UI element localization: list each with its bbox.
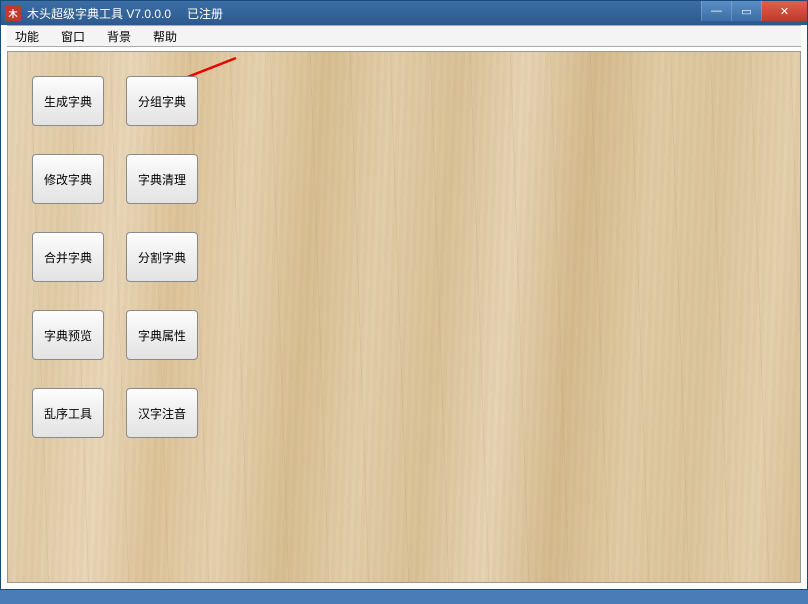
- minimize-button[interactable]: —: [701, 1, 731, 21]
- menu-window[interactable]: 窗口: [61, 28, 85, 45]
- app-window: 木 木头超级字典工具 V7.0.0.0 已注册 — ▭ ✕ 功能 窗口 背景 帮…: [0, 0, 808, 590]
- menubar: 功能 窗口 背景 帮助: [7, 25, 801, 47]
- close-button[interactable]: ✕: [761, 1, 807, 21]
- tool-modify-dict[interactable]: 修改字典: [32, 154, 104, 204]
- maximize-button[interactable]: ▭: [731, 1, 761, 21]
- tool-dict-properties[interactable]: 字典属性: [126, 310, 198, 360]
- tool-clean-dict[interactable]: 字典清理: [126, 154, 198, 204]
- tool-group-dict[interactable]: 分组字典: [126, 76, 198, 126]
- app-icon: 木: [5, 5, 21, 21]
- tool-grid: 生成字典 分组字典 修改字典 字典清理 合并字典 分割字典 字典预览 字典属性 …: [32, 76, 198, 438]
- client-area: 生成字典 分组字典 修改字典 字典清理 合并字典 分割字典 字典预览 字典属性 …: [7, 51, 801, 583]
- tool-generate-dict[interactable]: 生成字典: [32, 76, 104, 126]
- titlebar[interactable]: 木 木头超级字典工具 V7.0.0.0 已注册 — ▭ ✕: [1, 1, 807, 25]
- tool-split-dict[interactable]: 分割字典: [126, 232, 198, 282]
- tool-preview-dict[interactable]: 字典预览: [32, 310, 104, 360]
- menu-help[interactable]: 帮助: [153, 28, 177, 45]
- window-controls: — ▭ ✕: [701, 1, 807, 21]
- menu-background[interactable]: 背景: [107, 28, 131, 45]
- menu-function[interactable]: 功能: [15, 28, 39, 45]
- tool-hanzi-pinyin[interactable]: 汉字注音: [126, 388, 198, 438]
- registration-status: 已注册: [187, 5, 223, 22]
- window-title: 木头超级字典工具 V7.0.0.0: [27, 5, 171, 22]
- tool-shuffle[interactable]: 乱序工具: [32, 388, 104, 438]
- tool-merge-dict[interactable]: 合并字典: [32, 232, 104, 282]
